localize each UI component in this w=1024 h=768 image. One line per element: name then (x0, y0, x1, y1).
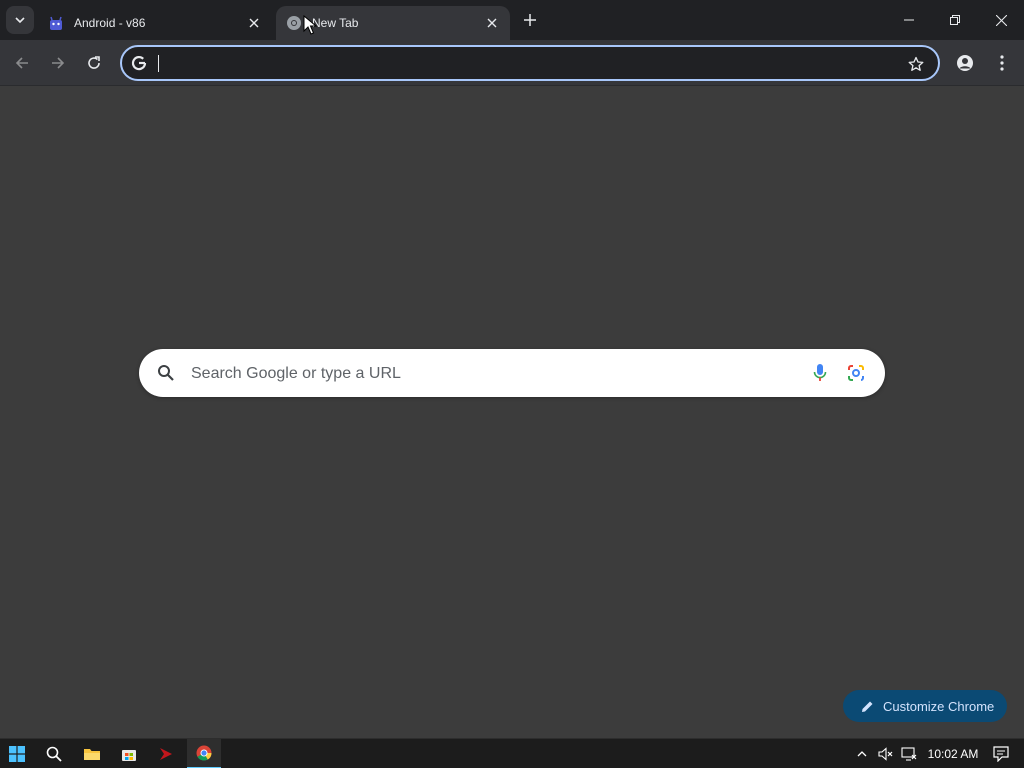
speaker-muted-icon (878, 747, 893, 761)
customize-chrome-label: Customize Chrome (883, 698, 995, 714)
volume-muted-button[interactable] (876, 739, 896, 768)
start-button[interactable] (0, 739, 34, 768)
ntp-search-box[interactable] (139, 349, 885, 397)
clock-time: 10:02 AM (927, 747, 979, 761)
chevron-up-icon (857, 751, 867, 757)
restore-button[interactable] (932, 0, 978, 40)
close-icon (995, 14, 1007, 26)
google-lens-icon[interactable] (845, 362, 867, 384)
red-app-button[interactable] (149, 739, 183, 768)
close-window-button[interactable] (978, 0, 1024, 40)
microphone-icon[interactable] (809, 362, 831, 384)
file-explorer-icon (84, 749, 100, 760)
plus-icon (524, 14, 536, 26)
windows-start-icon (9, 746, 25, 762)
file-explorer-button[interactable] (75, 739, 109, 768)
tab-title: New Tab (312, 16, 359, 30)
tab-strip: Android - v86 New Tab (0, 0, 1024, 40)
new-tab-button[interactable] (518, 8, 542, 32)
notification-icon (993, 746, 1009, 762)
network-button[interactable] (899, 739, 919, 768)
pencil-icon (859, 698, 875, 714)
close-icon[interactable] (246, 15, 262, 31)
kebab-menu-icon (1000, 55, 1004, 71)
ntp-search-input[interactable] (191, 363, 791, 385)
minimize-button[interactable] (886, 0, 932, 40)
profile-button[interactable] (949, 47, 981, 79)
toolbar (0, 40, 1024, 86)
search-icon (158, 365, 174, 381)
chrome-icon (286, 15, 302, 31)
forward-button[interactable] (42, 47, 74, 79)
arrow-left-icon (15, 57, 28, 69)
customize-chrome-button[interactable]: Customize Chrome (843, 690, 1007, 722)
arrow-right-icon (52, 57, 65, 69)
back-button[interactable] (6, 47, 38, 79)
tab-search-button[interactable] (6, 6, 34, 34)
tab-android[interactable]: Android - v86 (38, 6, 272, 40)
close-icon[interactable] (484, 15, 500, 31)
restore-icon (950, 15, 960, 25)
mouse-cursor-icon (303, 15, 317, 35)
address-bar[interactable] (120, 45, 940, 81)
show-hidden-icons-button[interactable] (852, 739, 872, 768)
chevron-down-icon (15, 17, 25, 24)
google-g-icon (130, 54, 148, 72)
windows-taskbar: 10:02 AM (0, 738, 1024, 768)
omnibox-input[interactable] (156, 53, 896, 73)
menu-button[interactable] (986, 47, 1018, 79)
tab-title: Android - v86 (74, 16, 146, 30)
red-app-icon (160, 748, 172, 760)
android-bugdroid-icon (48, 15, 64, 31)
clock[interactable]: 10:02 AM (924, 739, 982, 768)
store-button[interactable] (112, 739, 146, 768)
text-caret (158, 55, 159, 72)
search-icon (46, 746, 62, 762)
bookmark-star-icon[interactable] (906, 54, 926, 74)
reload-icon (88, 56, 100, 69)
store-icon (122, 750, 136, 761)
minimize-icon (904, 19, 914, 21)
chrome-icon (196, 745, 212, 761)
network-disconnected-icon (901, 747, 917, 761)
profile-icon (957, 55, 973, 71)
screen: Android - v86 New Tab Search Google or t… (0, 0, 1024, 768)
reload-button[interactable] (78, 47, 110, 79)
chrome-taskbar-button[interactable] (187, 739, 221, 768)
taskbar-search-button[interactable] (37, 739, 71, 768)
notifications-button[interactable] (990, 739, 1012, 768)
